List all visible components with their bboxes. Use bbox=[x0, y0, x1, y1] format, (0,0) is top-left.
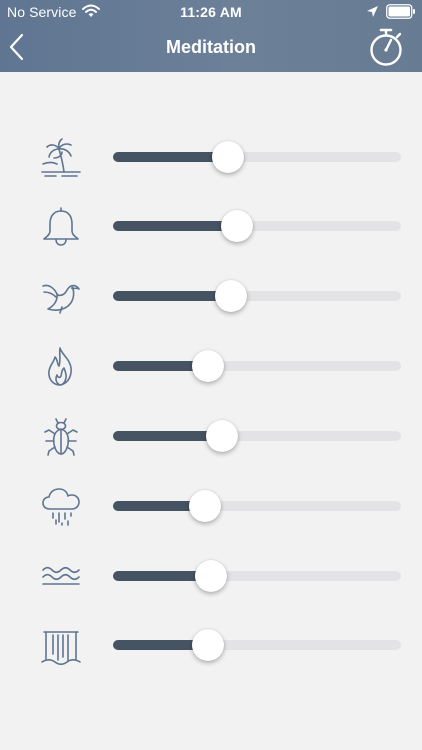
status-bar: No Service 11:26 AM bbox=[0, 0, 422, 24]
nav-bar: Meditation bbox=[0, 24, 422, 72]
volume-slider-fire[interactable] bbox=[113, 348, 401, 384]
slider-thumb[interactable] bbox=[206, 420, 239, 452]
volume-slider-waves[interactable] bbox=[113, 558, 401, 594]
waves-icon bbox=[40, 555, 82, 597]
sound-row-rain bbox=[0, 470, 422, 540]
sound-row-waves bbox=[0, 540, 422, 610]
fire-icon bbox=[40, 345, 82, 387]
timer-button[interactable] bbox=[367, 27, 405, 67]
battery-icon bbox=[386, 4, 416, 19]
slider-thumb[interactable] bbox=[192, 350, 225, 382]
sound-row-waterfall bbox=[0, 609, 422, 679]
insect-icon bbox=[40, 415, 82, 457]
volume-slider-waterfall[interactable] bbox=[113, 627, 401, 663]
header: No Service 11:26 AM Meditation bbox=[0, 0, 422, 72]
slider-fill bbox=[113, 221, 237, 231]
volume-slider-bell[interactable] bbox=[113, 208, 401, 244]
rain-cloud-icon bbox=[40, 485, 82, 527]
slider-thumb[interactable] bbox=[189, 490, 222, 522]
waterfall-icon bbox=[40, 624, 82, 666]
sound-row-bell bbox=[0, 190, 422, 260]
slider-thumb[interactable] bbox=[215, 280, 248, 312]
page-title: Meditation bbox=[166, 37, 256, 57]
sound-row-fire bbox=[0, 330, 422, 400]
palm-island-icon bbox=[40, 136, 82, 178]
slider-thumb[interactable] bbox=[194, 560, 227, 592]
dove-icon bbox=[40, 275, 82, 317]
sound-row-birds bbox=[0, 260, 422, 330]
status-time: 11:26 AM bbox=[180, 4, 242, 20]
location-arrow-icon bbox=[366, 5, 379, 18]
sound-row-beach bbox=[0, 121, 422, 191]
slider-fill bbox=[113, 152, 229, 162]
slider-thumb[interactable] bbox=[192, 629, 225, 661]
bell-icon bbox=[40, 205, 82, 247]
slider-thumb[interactable] bbox=[220, 210, 253, 242]
volume-slider-birds[interactable] bbox=[113, 278, 401, 314]
volume-slider-insects[interactable] bbox=[113, 418, 401, 454]
stopwatch-icon bbox=[370, 28, 402, 66]
volume-slider-beach[interactable] bbox=[113, 139, 401, 175]
slider-fill bbox=[113, 291, 232, 301]
volume-slider-rain[interactable] bbox=[113, 488, 401, 524]
slider-thumb[interactable] bbox=[212, 141, 245, 173]
sound-row-insects bbox=[0, 400, 422, 470]
